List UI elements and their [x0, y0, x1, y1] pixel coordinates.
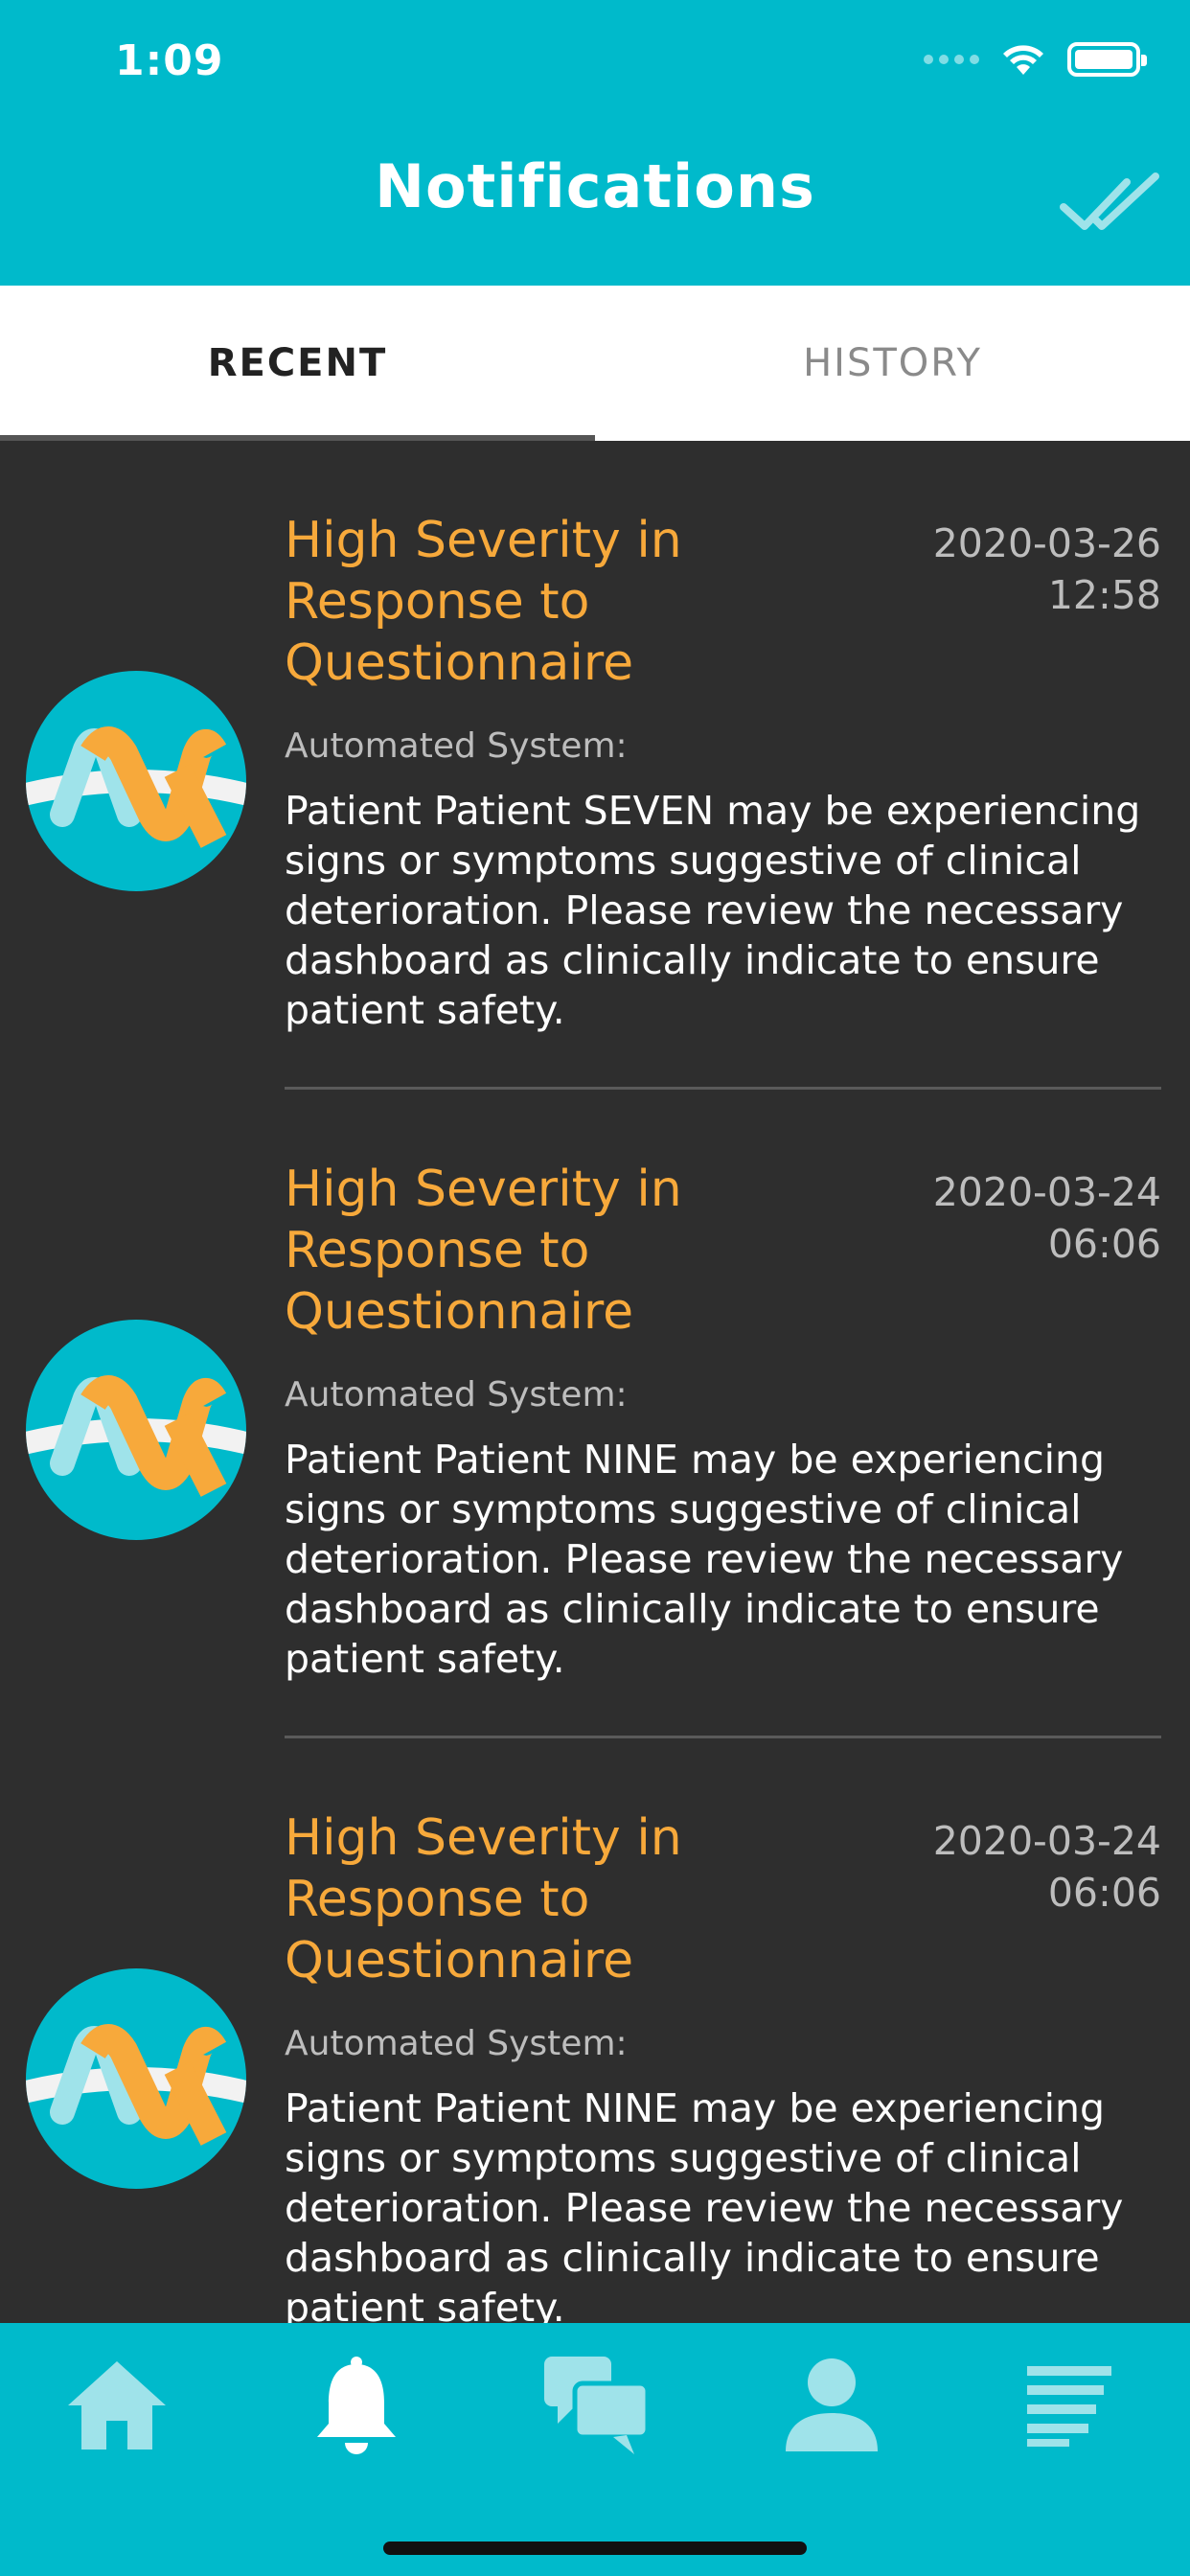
notification-item[interactable]: High Severity in Response to Questionnai…: [0, 1090, 1190, 1738]
notification-body: Patient Patient NINE may be experiencing…: [285, 2085, 1124, 2323]
notification-item[interactable]: High Severity in Response to Questionnai…: [0, 1738, 1190, 2323]
app-logo-avatar: [26, 1968, 246, 2189]
app-logo-avatar: [26, 671, 246, 891]
home-icon: [68, 2361, 166, 2450]
double-check-icon: [1060, 172, 1159, 230]
page-title: Notifications: [375, 151, 815, 221]
bell-icon: [317, 2357, 396, 2454]
nav-menu[interactable]: [1012, 2348, 1127, 2463]
notification-tabs: RECENT HISTORY: [0, 286, 1190, 441]
notification-title: High Severity in Response to Questionnai…: [285, 1161, 682, 1341]
notification-date: 2020-03-24 06:06: [932, 1169, 1161, 1267]
bottom-tab-bar: [0, 2323, 1190, 2576]
battery-icon: [1067, 42, 1147, 77]
wifi-icon: [1003, 45, 1043, 75]
nav-messages[interactable]: [538, 2348, 653, 2463]
status-icons: [924, 42, 1147, 77]
notification-date: 2020-03-26 12:58: [932, 520, 1161, 618]
menu-icon: [1027, 2366, 1111, 2447]
notification-item[interactable]: High Severity in Response to Questionnai…: [0, 441, 1190, 1090]
notification-body: Patient Patient NINE may be experiencing…: [285, 1437, 1124, 1682]
tab-recent[interactable]: RECENT: [0, 286, 595, 441]
nav-notifications[interactable]: [299, 2348, 414, 2463]
tab-history[interactable]: HISTORY: [595, 286, 1190, 441]
app-logo-avatar: [26, 1320, 246, 1540]
home-indicator[interactable]: [383, 2542, 807, 2555]
cellular-signal-icon: [924, 55, 979, 64]
notification-title: High Severity in Response to Questionnai…: [285, 1809, 682, 1990]
status-time: 1:09: [115, 36, 224, 85]
notification-sender: Automated System:: [285, 726, 628, 766]
app-header: 1:09 Notifications: [0, 0, 1190, 286]
notification-title: High Severity in Response to Questionnai…: [285, 512, 682, 692]
nav-profile[interactable]: [774, 2348, 889, 2463]
notification-body: Patient Patient SEVEN may be experiencin…: [285, 788, 1141, 1033]
notification-date: 2020-03-24 06:06: [932, 1818, 1161, 1916]
notification-sender: Automated System:: [285, 2024, 628, 2063]
notification-sender: Automated System:: [285, 1375, 628, 1414]
person-icon: [786, 2358, 878, 2451]
mark-all-read-button[interactable]: [1060, 171, 1165, 238]
chat-icon: [544, 2357, 650, 2454]
nav-home[interactable]: [59, 2348, 174, 2463]
notification-list[interactable]: High Severity in Response to Questionnai…: [0, 441, 1190, 2323]
